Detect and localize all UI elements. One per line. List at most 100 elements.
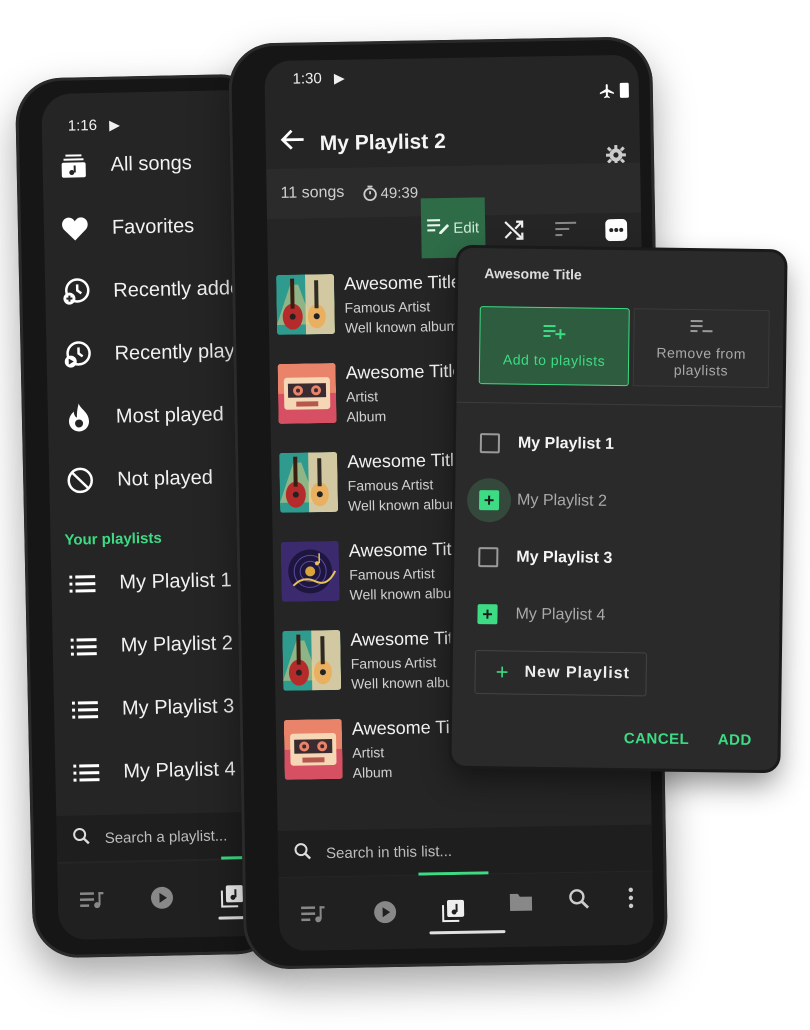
- playlists-header: Your playlists: [64, 529, 162, 549]
- playlist-label: My Playlist 4: [123, 757, 236, 783]
- sort-icon[interactable]: [555, 220, 577, 243]
- song-album: Well known album: [347, 495, 462, 514]
- menu-item-all-songs[interactable]: All songs: [56, 143, 192, 186]
- dialog-divider: [456, 401, 783, 408]
- playlist-label: My Playlist 3: [121, 694, 235, 720]
- song-album: Well known album: [349, 584, 464, 603]
- song-artist: Famous Artist: [344, 298, 431, 316]
- folder-icon[interactable]: [507, 888, 535, 916]
- sidebar-playlist-item[interactable]: My Playlist 2: [66, 623, 233, 666]
- remove-from-playlists-toggle[interactable]: Remove from playlists: [632, 308, 770, 389]
- song-artist: Famous Artist: [347, 476, 434, 494]
- dialog-playlist-label: My Playlist 2: [516, 491, 608, 510]
- cancel-button[interactable]: CANCEL: [624, 730, 690, 748]
- list-search-bar[interactable]: Search in this list...: [277, 824, 653, 878]
- added-checkbox-icon[interactable]: +: [477, 604, 498, 625]
- history-icon: [60, 337, 95, 372]
- add-to-playlist-dialog: Awesome Title Add to playlists Remove fr…: [451, 247, 785, 771]
- plus-icon: +: [495, 659, 509, 685]
- shuffle-icon[interactable]: [503, 219, 525, 246]
- menu-label: Favorites: [111, 214, 195, 239]
- new-playlist-button[interactable]: + New Playlist: [474, 650, 648, 697]
- song-album: Well known album: [350, 673, 465, 692]
- added-checkbox-icon[interactable]: +: [478, 490, 500, 511]
- album-art-cassette: [283, 718, 343, 780]
- status-bar: 1:30 ▶: [292, 70, 344, 88]
- checkbox-unchecked[interactable]: [479, 433, 501, 454]
- flame-icon: [62, 400, 97, 435]
- song-title: Awesome Title: [350, 627, 468, 650]
- sidebar-playlist-item[interactable]: My Playlist 4: [69, 749, 236, 792]
- menu-item-most-played[interactable]: Most played: [62, 394, 225, 437]
- menu-item-favorites[interactable]: Favorites: [58, 206, 195, 249]
- back-arrow-icon[interactable]: [279, 126, 306, 157]
- search-nav-icon[interactable]: [565, 885, 593, 913]
- song-album: Well known album: [344, 317, 459, 336]
- sidebar-playlist-item[interactable]: My Playlist 3: [68, 686, 235, 729]
- status-time: 1:30: [292, 70, 322, 88]
- library-icon[interactable]: [439, 897, 467, 925]
- menu-item-recently-played[interactable]: Recently played: [60, 331, 257, 375]
- new-playlist-label: New Playlist: [524, 663, 631, 683]
- menu-item-recently-added[interactable]: Recently added: [59, 268, 253, 312]
- menu-label: Most played: [115, 402, 224, 428]
- dialog-title: Awesome Title: [484, 265, 582, 283]
- search-icon: [294, 842, 312, 865]
- album-art-cassette: [277, 362, 337, 424]
- edit-label: Edit: [453, 218, 480, 237]
- dialog-playlist-label: My Playlist 3: [516, 548, 613, 567]
- timer-icon: [362, 185, 377, 206]
- block-icon: [63, 463, 98, 498]
- dialog-playlist-row[interactable]: My Playlist 1: [479, 428, 615, 460]
- album-art-vinyl: [280, 540, 340, 602]
- play-circle-icon[interactable]: [148, 884, 177, 913]
- dialog-playlist-row[interactable]: + My Playlist 2: [466, 477, 608, 523]
- dialog-playlist-row[interactable]: + My Playlist 4: [477, 599, 605, 631]
- playlist-label: My Playlist 2: [120, 631, 234, 657]
- song-album: Album: [346, 408, 387, 425]
- playlist-icon: [69, 755, 104, 790]
- menu-label: All songs: [110, 151, 192, 176]
- menu-item-not-played[interactable]: Not played: [63, 458, 213, 501]
- sidebar-playlist-item[interactable]: My Playlist 1: [65, 560, 232, 603]
- heart-icon: [58, 211, 93, 246]
- playlist-add-icon: [543, 323, 566, 344]
- add-to-playlists-toggle[interactable]: Add to playlists: [478, 306, 630, 387]
- home-indicator: [429, 930, 506, 935]
- song-title: Awesome Title: [348, 538, 466, 561]
- playlist-icon: [65, 566, 100, 601]
- edit-list-icon: [427, 217, 450, 238]
- song-title: Awesome Title: [343, 271, 462, 294]
- play-store-icon: ▶: [109, 116, 121, 133]
- playlist-remove-icon: [690, 317, 713, 338]
- play-store-icon: ▶: [333, 69, 345, 86]
- playlist-label: My Playlist 1: [119, 568, 232, 594]
- add-button[interactable]: ADD: [718, 731, 752, 748]
- airplane-icon: [599, 83, 615, 104]
- checkbox-unchecked[interactable]: [478, 547, 499, 568]
- dialog-playlist-label: My Playlist 4: [515, 605, 606, 624]
- song-title: Awesome Title: [345, 360, 463, 383]
- add-to-playlists-label: Add to playlists: [502, 351, 606, 369]
- status-time: 1:16: [67, 117, 98, 135]
- song-title: Awesome Title: [347, 449, 465, 472]
- album-art-guitar: [275, 273, 336, 335]
- queue-music-icon[interactable]: [299, 899, 327, 927]
- play-circle-icon[interactable]: [371, 898, 399, 926]
- status-bar: 1:16 ▶: [68, 117, 121, 135]
- dialog-playlist-row[interactable]: My Playlist 3: [478, 542, 612, 574]
- song-artist: Famous Artist: [350, 654, 437, 672]
- dialog-playlist-label: My Playlist 1: [517, 434, 615, 453]
- page-title: My Playlist 2: [319, 129, 446, 156]
- song-artist: Famous Artist: [349, 565, 435, 583]
- search-icon: [72, 827, 90, 850]
- queue-music-icon[interactable]: [78, 885, 107, 914]
- song-count: 11 songs: [280, 183, 345, 202]
- song-artist: Artist: [352, 744, 385, 761]
- battery-icon: [619, 82, 629, 98]
- remove-from-label-line1: Remove from: [656, 344, 747, 362]
- duration: 49:39: [380, 184, 419, 203]
- more-horizontal-icon[interactable]: [605, 218, 628, 246]
- more-vertical-icon[interactable]: [617, 884, 645, 912]
- library-music-icon: [56, 148, 91, 183]
